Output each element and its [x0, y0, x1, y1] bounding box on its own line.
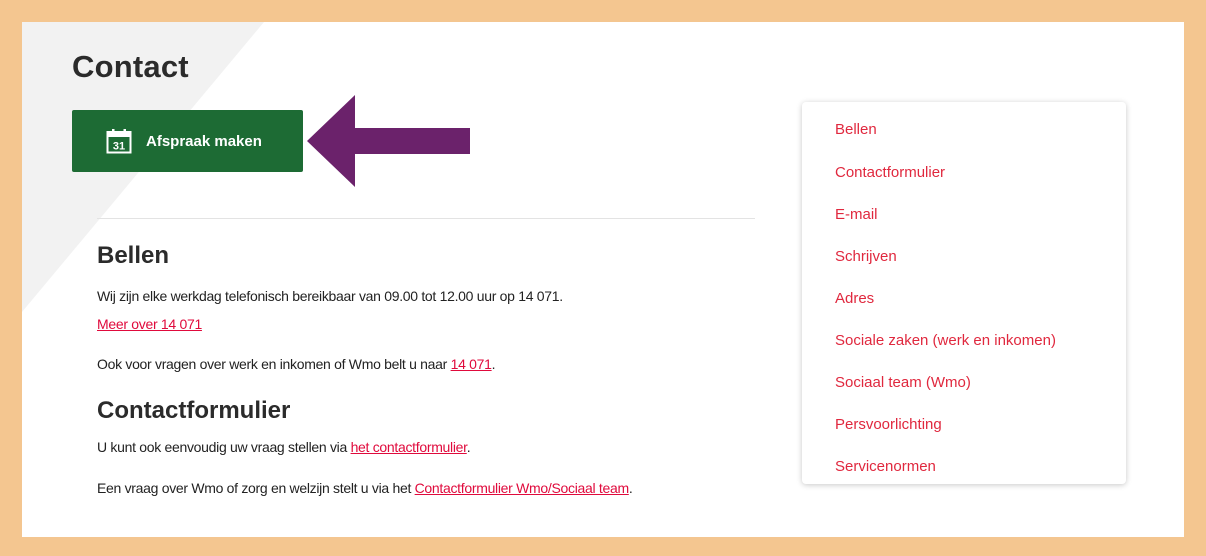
section-heading-contactformulier: Contactformulier: [97, 397, 291, 424]
sidebar-item-sociale-zaken[interactable]: Sociale zaken (werk en inkomen): [835, 332, 1056, 349]
wmo-contactformulier-text: Een vraag over Wmo of zorg en welzijn st…: [97, 480, 633, 496]
contactformulier-text: U kunt ook eenvoudig uw vraag stellen vi…: [97, 439, 471, 455]
sidebar-item-adres[interactable]: Adres: [835, 290, 874, 307]
meer-over-14071-link[interactable]: Meer over 14 071: [97, 316, 202, 332]
afspraak-maken-button[interactable]: 31 Afspraak maken: [72, 110, 303, 172]
sidebar-item-email[interactable]: E-mail: [835, 206, 878, 223]
afspraak-maken-label: Afspraak maken: [146, 132, 262, 150]
meer-over-link-line: Meer over 14 071: [97, 316, 202, 332]
bellen-wmo-text: Ook voor vragen over werk en inkomen of …: [97, 356, 495, 372]
wmo-text-suffix: .: [628, 480, 633, 496]
het-contactformulier-link[interactable]: het contactformulier: [351, 439, 467, 455]
page-content: Contact 31 Afspraak maken Bellen Wij zij…: [22, 22, 1184, 537]
bellen-wmo-text-prefix: Ook voor vragen over werk en inkomen of …: [97, 356, 451, 372]
contactformulier-wmo-link[interactable]: Contactformulier Wmo/Sociaal team: [415, 480, 629, 496]
calendar-icon: 31: [106, 129, 132, 154]
sidebar-item-contactformulier[interactable]: Contactformulier: [835, 164, 945, 181]
bellen-text: Wij zijn elke werkdag telefonisch bereik…: [97, 288, 563, 304]
sidebar-navigation: Bellen Contactformulier E-mail Schrijven…: [802, 102, 1126, 484]
wmo-text-prefix: Een vraag over Wmo of zorg en welzijn st…: [97, 480, 415, 496]
sidebar-item-schrijven[interactable]: Schrijven: [835, 248, 897, 265]
sidebar-item-persvoorlichting[interactable]: Persvoorlichting: [835, 416, 942, 433]
arrow-left-icon: [307, 95, 470, 187]
sidebar-item-servicenormen[interactable]: Servicenormen: [835, 458, 936, 475]
sidebar-item-bellen[interactable]: Bellen: [835, 121, 877, 138]
page-title: Contact: [72, 49, 189, 84]
sidebar-item-sociaal-team[interactable]: Sociaal team (Wmo): [835, 374, 971, 391]
bellen-wmo-text-suffix: .: [491, 356, 496, 372]
calendar-day-text: 31: [113, 141, 125, 153]
14071-link[interactable]: 14 071: [451, 356, 492, 372]
section-heading-bellen: Bellen: [97, 242, 170, 269]
divider: [97, 218, 755, 219]
contactformulier-text-suffix: .: [466, 439, 471, 455]
contactformulier-text-prefix: U kunt ook eenvoudig uw vraag stellen vi…: [97, 439, 351, 455]
